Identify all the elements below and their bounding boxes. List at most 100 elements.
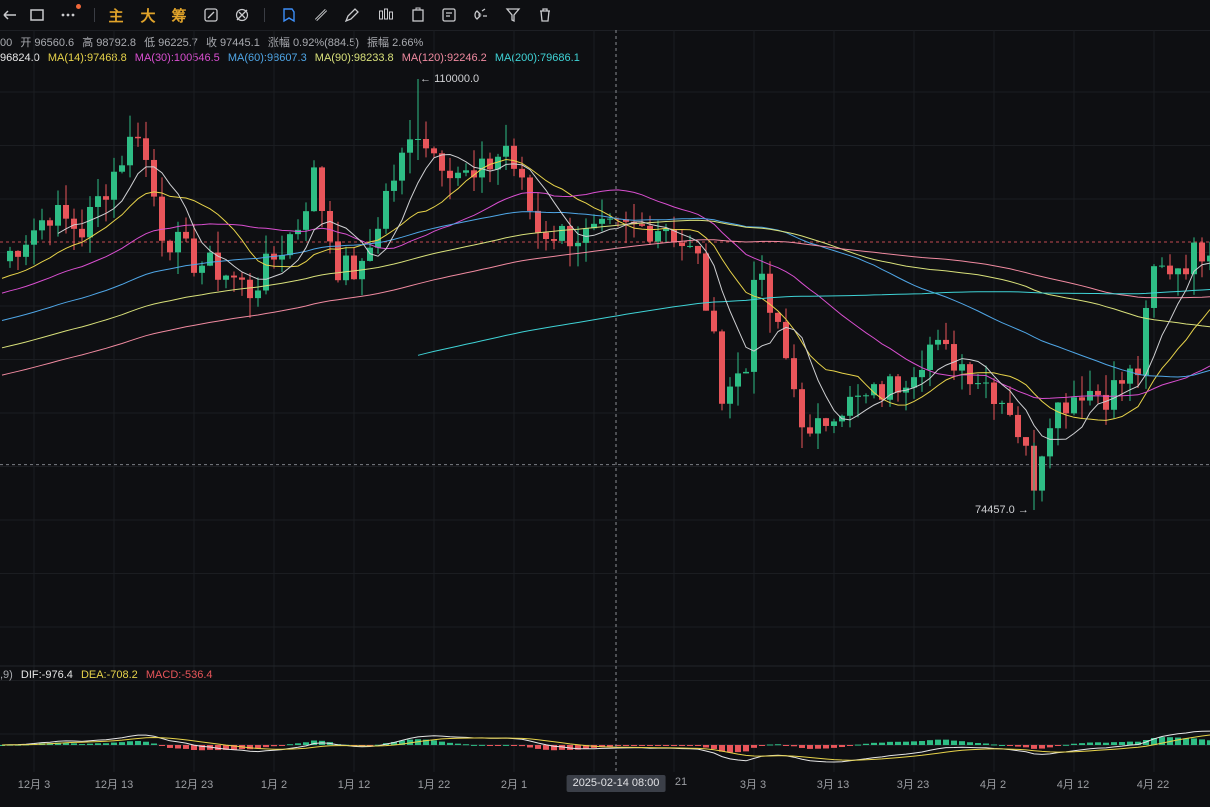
note-icon[interactable] (439, 4, 459, 26)
candle-body (1055, 402, 1061, 429)
macd-bar (71, 743, 77, 745)
high-price-annotation: ← 110000.0 (420, 73, 479, 85)
macd-bar (183, 745, 189, 749)
candle-body (447, 170, 453, 179)
indicator-edit-icon[interactable] (201, 4, 221, 26)
x-tick: 3月 3 (739, 779, 767, 791)
candle-body (895, 376, 901, 393)
macd-bar (263, 745, 269, 748)
macd-bar (751, 745, 757, 748)
candle-body (383, 190, 389, 229)
candle-body (1175, 268, 1181, 275)
candle-body (1079, 397, 1085, 401)
candle-body (959, 364, 965, 371)
high-price-label: 110000.0 (434, 73, 480, 85)
candle-body (647, 225, 653, 242)
macd-bar (1191, 738, 1197, 745)
macd-bar (671, 745, 677, 746)
pattern-icon[interactable] (376, 4, 396, 26)
candle-body (191, 238, 197, 273)
candle-body (223, 275, 229, 280)
candle-body (791, 358, 797, 390)
candle-body (1167, 265, 1173, 275)
more-dots-icon[interactable] (58, 4, 81, 26)
candle-body (1007, 402, 1013, 415)
macd-bar (143, 741, 149, 745)
macd-bar (87, 743, 93, 745)
candle-body (63, 204, 69, 219)
macd-bar (1079, 743, 1085, 745)
ruler-icon[interactable] (311, 4, 331, 26)
macd-bar (815, 745, 821, 749)
candle-body (855, 395, 861, 397)
macd-prefix: ,9) (0, 669, 13, 681)
macd-bar (783, 745, 789, 746)
x-tick: 12月 3 (17, 779, 51, 791)
big-order-button[interactable]: 大 (138, 4, 158, 26)
candle-body (143, 138, 149, 160)
chips-button[interactable]: 筹 (169, 4, 189, 26)
x-tick: 1月 22 (417, 779, 451, 791)
filter-icon[interactable] (503, 4, 523, 26)
macd-bar (623, 745, 629, 746)
candle-body (719, 331, 725, 404)
macd-bar (711, 745, 717, 749)
candle-body (919, 369, 925, 378)
candlestick-chart[interactable] (0, 30, 1210, 772)
candle-body (175, 231, 181, 253)
candle-body (343, 255, 349, 281)
macd-bar (807, 745, 813, 749)
macd-bar (103, 743, 109, 745)
candle-body (1015, 414, 1021, 438)
candle-body (47, 220, 53, 226)
candle-body (679, 242, 685, 247)
candle-body (511, 145, 517, 169)
candle-body (183, 231, 189, 239)
x-tick: 1月 12 (337, 779, 371, 791)
macd-bar (519, 745, 525, 747)
macd-bar (295, 743, 301, 745)
candle-body (399, 152, 405, 181)
macd-bar (943, 739, 949, 745)
back-arrow-icon[interactable] (0, 4, 20, 26)
macd-bar (495, 745, 501, 746)
macd-bar (847, 745, 853, 746)
candle-body (815, 418, 821, 434)
macd-bar (463, 744, 469, 746)
main-chart-button[interactable]: 主 (106, 4, 126, 26)
brush-off-icon[interactable] (232, 4, 252, 26)
candle-body (1023, 437, 1029, 446)
candle-body (351, 255, 357, 280)
bookmark-icon[interactable] (280, 4, 300, 26)
low-price-label: 74457.0 (975, 504, 1015, 516)
rectangle-icon[interactable] (27, 4, 47, 26)
x-tick: 4月 12 (1056, 779, 1090, 791)
macd-bar (1031, 745, 1037, 749)
text-note-icon[interactable] (408, 4, 428, 26)
x-tick: 12月 13 (94, 779, 134, 791)
magnet-icon[interactable] (471, 4, 491, 26)
candle-body (247, 279, 253, 299)
macd-bar (767, 744, 773, 746)
macd-bar (1071, 743, 1077, 745)
macd-bar (951, 740, 957, 745)
candle-body (199, 265, 205, 273)
macd-bar (1103, 742, 1109, 745)
macd-bar (959, 741, 965, 745)
crosshair-time-label: 2025-02-14 08:00 (566, 775, 666, 792)
candle-body (943, 339, 949, 345)
candle-body (535, 210, 541, 233)
macd-bar (95, 743, 101, 745)
candle-body (231, 275, 237, 278)
macd-bar (455, 743, 461, 745)
candle-body (463, 170, 469, 173)
macd-bar (839, 745, 845, 748)
pen-icon[interactable] (342, 4, 362, 26)
candle-body (727, 386, 733, 404)
macd-bar (911, 741, 917, 745)
candle-body (23, 244, 29, 257)
candle-body (319, 167, 325, 212)
trash-icon[interactable] (535, 4, 555, 26)
candle-body (167, 240, 173, 253)
dea-value: DEA:-708.2 (80, 669, 138, 681)
